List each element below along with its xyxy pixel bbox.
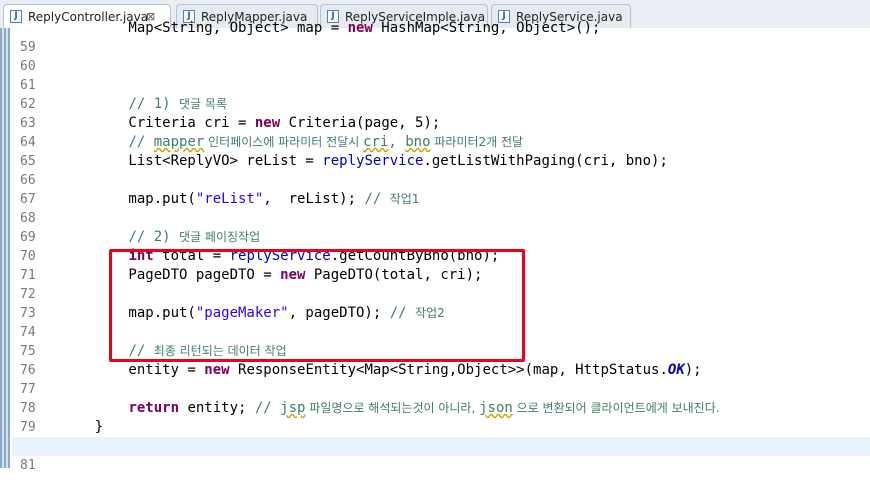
comment: // 2) 댓글 페이징작업: [128, 229, 261, 245]
code-lines: 59 Map<String, Object> map = new HashMap…: [12, 19, 870, 473]
editor-left-ruler: [0, 28, 10, 468]
code-line[interactable]: 67: [12, 171, 870, 207]
line-number: 81: [20, 458, 36, 473]
code-line[interactable]: 68 map.put("reList", reList); // 작업1: [12, 190, 870, 226]
code-line[interactable]: 65 // mapper 인터페이스에 파라미터 전달시 cri, bno 파라…: [12, 133, 870, 169]
code-line[interactable]: 70 // 2) 댓글 페이징작업: [12, 228, 870, 264]
comment: // mapper 인터페이스에 파라미터 전달시 cri, bno 파라미터2…: [128, 134, 524, 150]
code-line[interactable]: 78: [12, 380, 870, 416]
code-line[interactable]: 60: [12, 38, 870, 74]
code-line[interactable]: 62: [12, 76, 870, 112]
code-line[interactable]: 64 Criteria cri = new Criteria(page, 5);: [12, 114, 870, 150]
comment: // 1) 댓글 목록: [128, 96, 227, 112]
code-editor[interactable]: 59 Map<String, Object> map = new HashMap…: [0, 20, 870, 473]
highlight-annotation-box: [109, 249, 525, 362]
code-line[interactable]: 80 }: [12, 418, 870, 454]
code-line[interactable]: 79 return entity; // jsp 파일명으로 해석되는것이 아니…: [12, 399, 870, 435]
code-line[interactable]: 66 List<ReplyVO> reList = replyService.g…: [12, 152, 870, 188]
code-line[interactable]: 69: [12, 209, 870, 245]
code-line[interactable]: 59 Map<String, Object> map = new HashMap…: [12, 19, 870, 55]
code-line[interactable]: 63 // 1) 댓글 목록: [12, 95, 870, 131]
code-line[interactable]: 77 entity = new ResponseEntity<Map<Strin…: [12, 361, 870, 397]
code-line[interactable]: 61: [12, 57, 870, 93]
current-code-line[interactable]: 81: [12, 437, 870, 473]
